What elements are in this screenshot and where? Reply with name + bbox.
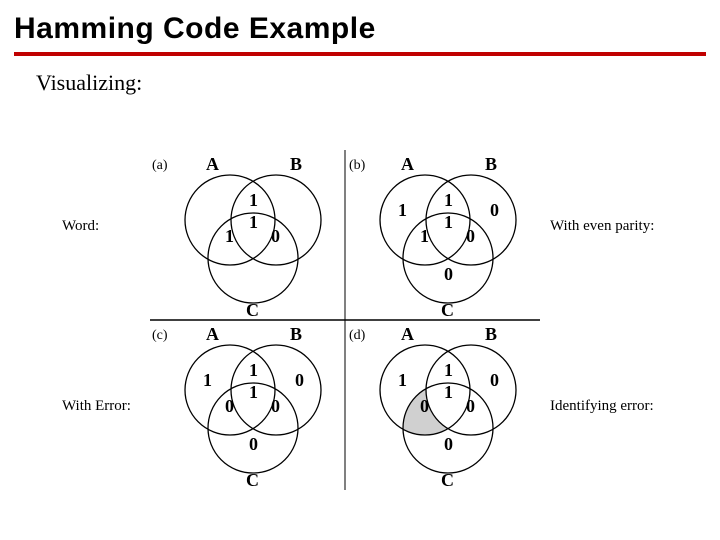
panel-a-label-B: B: [290, 154, 302, 175]
label-parity: With even parity:: [550, 218, 654, 235]
panel-c-bit-C: 0: [249, 434, 258, 455]
panel-c-bit-BC: 0: [271, 396, 280, 417]
panel-a-bit-BC: 0: [271, 226, 280, 247]
panel-a-bit-ABC: 1: [249, 212, 258, 233]
panel-b-bit-A: 1: [398, 200, 407, 221]
panel-d-bit-AC: 0: [420, 396, 429, 417]
label-error: With Error:: [62, 398, 131, 415]
panel-c-label-B: B: [290, 324, 302, 345]
panel-d-shaded-AC: [363, 330, 533, 490]
panel-d-bit-AB: 1: [444, 360, 453, 381]
label-identify: Identifying error:: [550, 398, 654, 415]
panel-a-bit-AB: 1: [249, 190, 258, 211]
diagram-stage: Word: With even parity: With Error: Iden…: [0, 130, 720, 530]
panel-b-bit-BC: 0: [466, 226, 475, 247]
panel-b-label-B: B: [485, 154, 497, 175]
panel-b-label-C: C: [441, 300, 454, 321]
panel-d-bit-BC: 0: [466, 396, 475, 417]
panel-c-bit-B: 0: [295, 370, 304, 391]
label-word: Word:: [62, 218, 99, 235]
panel-c-venn: [168, 330, 338, 490]
panel-c-bit-AC: 0: [225, 396, 234, 417]
panel-a-tag: (a): [152, 158, 168, 174]
panel-b-bit-AC: 1: [420, 226, 429, 247]
panel-c-bit-AB: 1: [249, 360, 258, 381]
panel-d-bit-C: 0: [444, 434, 453, 455]
page-title: Hamming Code Example: [0, 0, 720, 52]
panel-c-label-C: C: [246, 470, 259, 491]
panel-d-label-C: C: [441, 470, 454, 491]
panel-a-label-C: C: [246, 300, 259, 321]
panel-d-venn: [363, 330, 533, 490]
panel-b-bit-C: 0: [444, 264, 453, 285]
panel-c-bit-ABC: 1: [249, 382, 258, 403]
subtitle: Visualizing:: [0, 56, 720, 96]
panel-d-bit-A: 1: [398, 370, 407, 391]
panel-c-tag: (c): [152, 328, 168, 344]
panel-a-venn: [168, 160, 338, 320]
panel-b-bit-ABC: 1: [444, 212, 453, 233]
panel-d-label-B: B: [485, 324, 497, 345]
panel-c-label-A: A: [206, 324, 219, 345]
panel-b-bit-B: 0: [490, 200, 499, 221]
panel-a-bit-AC: 1: [225, 226, 234, 247]
panel-a-label-A: A: [206, 154, 219, 175]
panel-b-bit-AB: 1: [444, 190, 453, 211]
panel-d-bit-B: 0: [490, 370, 499, 391]
panel-d-label-A: A: [401, 324, 414, 345]
panel-d-bit-ABC: 1: [444, 382, 453, 403]
panel-b-label-A: A: [401, 154, 414, 175]
panel-b-venn: [363, 160, 533, 320]
panel-c-bit-A: 1: [203, 370, 212, 391]
